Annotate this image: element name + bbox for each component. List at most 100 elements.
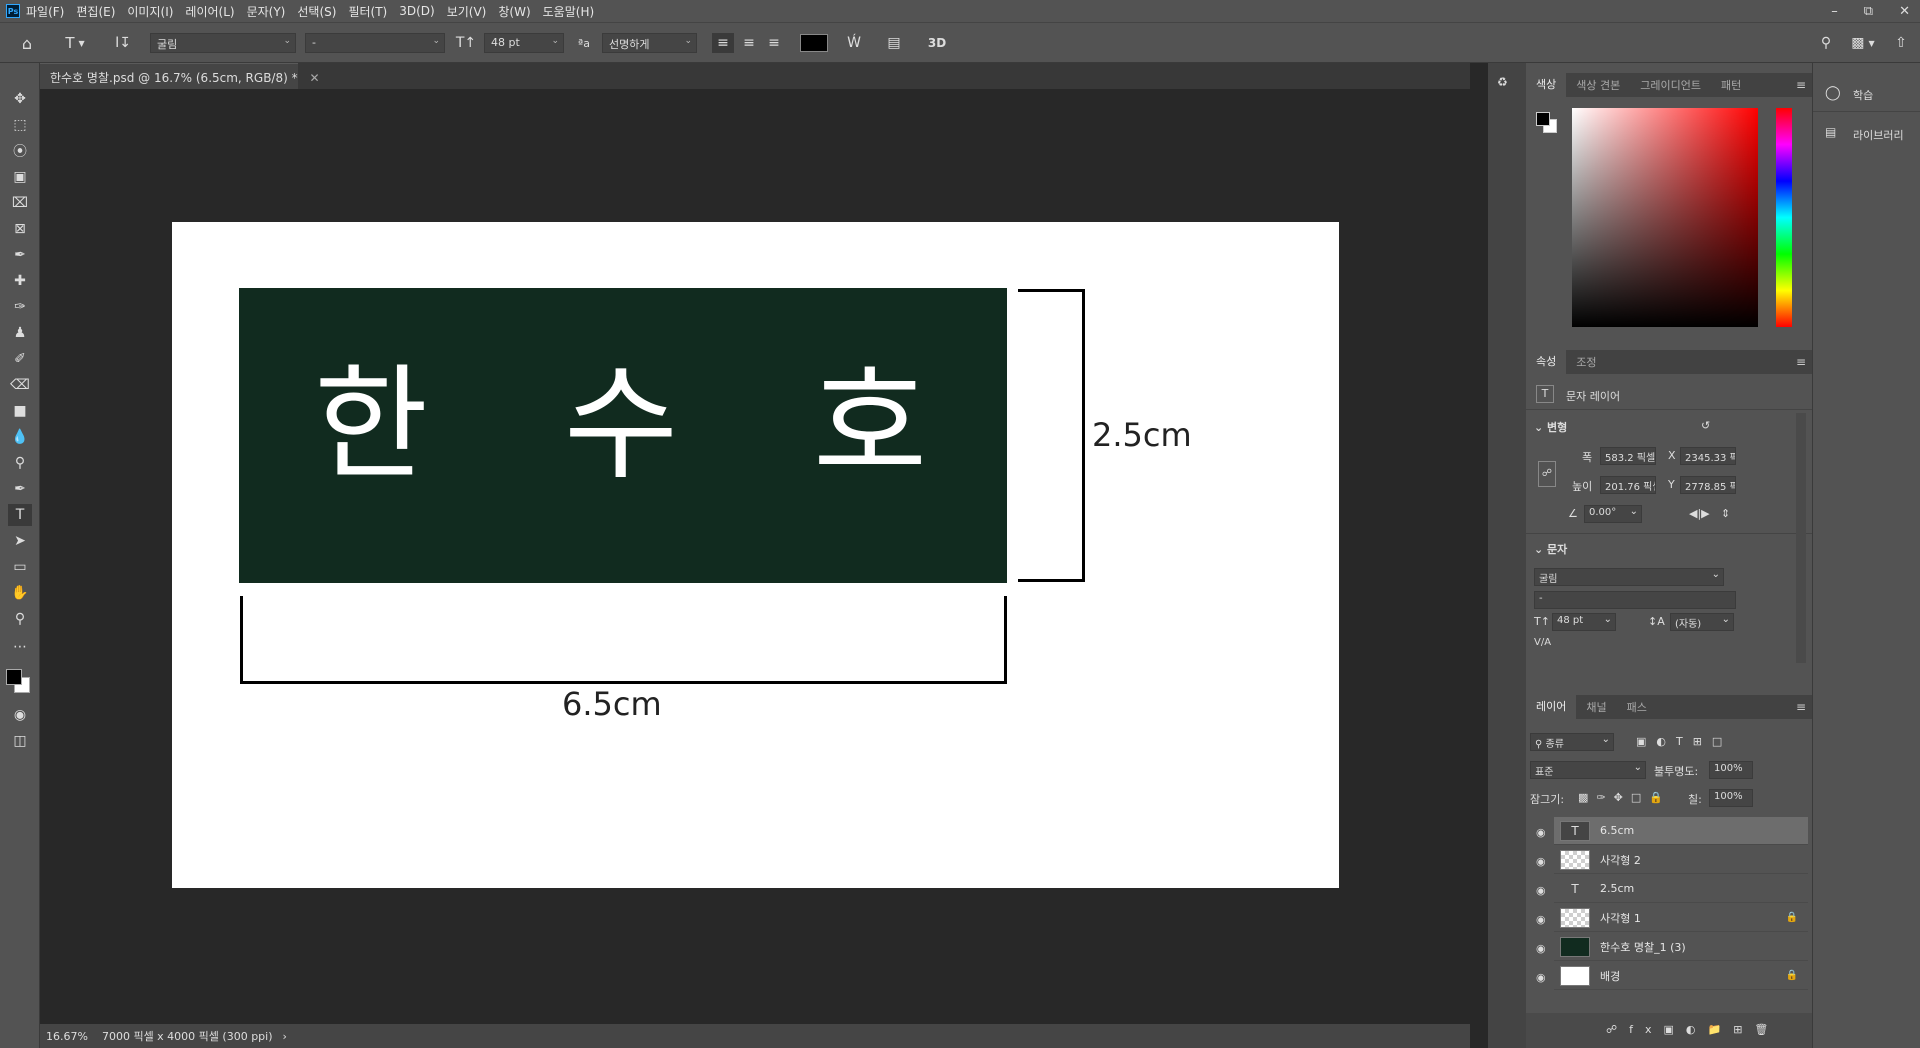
hand-tool-icon[interactable]: ✋ (8, 582, 32, 604)
reset-icon[interactable]: ↺ (1701, 419, 1710, 432)
eye-icon[interactable]: ◉ (1536, 942, 1546, 955)
eye-icon[interactable]: ◉ (1536, 913, 1546, 926)
zoom-tool-icon[interactable]: ⚲ (8, 608, 32, 630)
lasso-tool-icon[interactable]: ⦿ (8, 140, 32, 162)
tab-color[interactable]: 색상 (1526, 73, 1567, 97)
clone-stamp-tool-icon[interactable]: ♟ (8, 322, 32, 344)
restore-icon[interactable]: ⧉ (1864, 4, 1873, 19)
panel-menu-icon[interactable]: ≡ (1796, 355, 1806, 369)
y-field[interactable]: 2778.85 픽 (1680, 476, 1736, 494)
document-tab[interactable]: 한수호 명찰.psd @ 16.7% (6.5cm, RGB/8) * ✕ (40, 63, 320, 89)
leading-field[interactable]: (자동) ⌄ (1670, 613, 1734, 631)
tab-gradients[interactable]: 그레이디언트 (1630, 77, 1711, 93)
libraries-button[interactable]: 라이브러리 (1853, 127, 1904, 143)
warp-text-icon[interactable]: Ẃ (843, 33, 865, 53)
eye-icon[interactable]: ◉ (1536, 826, 1546, 839)
panel-menu-icon[interactable]: ≡ (1796, 700, 1806, 714)
layer-row[interactable]: 사각형 2 (1554, 846, 1808, 874)
rectangle-tool-icon[interactable]: ▭ (8, 556, 32, 578)
layer-row[interactable]: T 2.5cm (1554, 875, 1808, 903)
angle-field[interactable]: 0.00° ⌄ (1584, 505, 1642, 523)
tab-patterns[interactable]: 패턴 (1711, 77, 1751, 93)
search-icon[interactable]: ⚲ (1815, 33, 1837, 53)
share-icon[interactable]: ⇧ (1890, 33, 1912, 53)
quick-mask-icon[interactable]: ◉ (8, 704, 32, 726)
layer-row[interactable]: 배경 🔒 (1554, 962, 1808, 990)
close-window-icon[interactable]: ✕ (1899, 4, 1910, 19)
minimize-icon[interactable]: – (1831, 4, 1838, 19)
foreground-color-swatch[interactable] (6, 669, 22, 685)
dodge-tool-icon[interactable]: ⚲ (8, 452, 32, 474)
link-dimensions-icon[interactable]: ☍ (1538, 461, 1556, 487)
menu-view[interactable]: 보기(V) (447, 3, 487, 20)
properties-scrollbar[interactable] (1796, 413, 1806, 663)
workspace-icon[interactable]: ▩ ▼ (1845, 33, 1881, 53)
status-expand-icon[interactable]: › (283, 1030, 287, 1043)
properties-font-style[interactable]: - (1534, 591, 1736, 609)
layer-actions-icons[interactable]: ☍fx▣◐📁⊞🗑 (1606, 1023, 1780, 1036)
font-size-select[interactable]: 48 pt ⌄ (484, 33, 564, 53)
eye-icon[interactable]: ◉ (1536, 971, 1546, 984)
lock-icons[interactable]: ▩✑✥□🔒 (1578, 791, 1671, 804)
close-tab-icon[interactable]: ✕ (309, 71, 319, 85)
learn-button[interactable]: 학습 (1853, 87, 1873, 103)
pen-tool-icon[interactable]: ✒ (8, 478, 32, 500)
layer-row[interactable]: 한수호 명찰_1 (3) (1554, 933, 1808, 961)
layer-row[interactable]: T 6.5cm (1554, 817, 1808, 845)
hue-slider[interactable] (1776, 108, 1792, 327)
history-brush-tool-icon[interactable]: ✐ (8, 348, 32, 370)
tab-swatches[interactable]: 색상 견본 (1566, 77, 1630, 93)
path-select-tool-icon[interactable]: ➤ (8, 530, 32, 552)
layer-row[interactable]: 사각형 1 🔒 (1554, 904, 1808, 932)
blend-mode-select[interactable]: 표준 ⌄ (1530, 761, 1646, 779)
gradient-tool-icon[interactable]: ■ (8, 400, 32, 422)
type-tool-icon[interactable]: T (8, 504, 32, 526)
screen-mode-icon[interactable]: ◫ (8, 730, 32, 752)
x-field[interactable]: 2345.33 픽 (1680, 447, 1736, 465)
panel-foreground-swatch[interactable] (1536, 112, 1550, 126)
layer-filter-select[interactable]: ⚲ 종류 ⌄ (1530, 733, 1614, 751)
menu-select[interactable]: 선택(S) (297, 3, 336, 20)
frame-tool-icon[interactable]: ⊠ (8, 218, 32, 240)
eyedropper-tool-icon[interactable]: ✒ (8, 244, 32, 266)
3d-button[interactable]: 3D (924, 33, 950, 53)
character-panel-icon[interactable]: ▤ (883, 33, 905, 53)
fill-field[interactable]: 100% (1709, 789, 1753, 807)
align-center-icon[interactable]: ≡ (738, 33, 760, 53)
properties-font-size[interactable]: 48 pt ⌄ (1552, 613, 1616, 631)
align-left-icon[interactable]: ≡ (712, 33, 734, 53)
tab-channels[interactable]: 채널 (1576, 699, 1616, 715)
blur-tool-icon[interactable]: 💧 (8, 426, 32, 448)
height-field[interactable]: 201.76 픽셀 (1600, 476, 1656, 494)
width-field[interactable]: 583.2 픽셀 (1600, 447, 1656, 465)
menu-filter[interactable]: 필터(T) (348, 3, 387, 20)
properties-font-family[interactable]: 굴림 ⌄ (1534, 568, 1724, 586)
eye-icon[interactable]: ◉ (1536, 884, 1546, 897)
text-orientation-icon[interactable]: I↧ (112, 33, 134, 53)
font-style-select[interactable]: - ⌄ (305, 33, 445, 53)
tab-adjustments[interactable]: 조정 (1566, 354, 1606, 370)
tab-layers[interactable]: 레이어 (1526, 695, 1577, 719)
flip-vertical-icon[interactable]: ⇕ (1721, 507, 1730, 520)
tab-paths[interactable]: 패스 (1617, 699, 1657, 715)
eye-icon[interactable]: ◉ (1536, 855, 1546, 868)
font-family-select[interactable]: 굴림 ⌄ (150, 33, 296, 53)
eraser-tool-icon[interactable]: ⌫ (8, 374, 32, 396)
history-panel-icon[interactable]: ♻ (1497, 75, 1517, 95)
panel-menu-icon[interactable]: ≡ (1796, 78, 1806, 92)
flip-horizontal-icon[interactable]: ◀|▶ (1689, 507, 1710, 520)
menu-image[interactable]: 이미지(I) (127, 3, 173, 20)
menu-help[interactable]: 도움말(H) (543, 3, 595, 20)
healing-brush-tool-icon[interactable]: ✚ (8, 270, 32, 292)
menu-type[interactable]: 문자(Y) (247, 3, 286, 20)
transform-section-title[interactable]: ⌄ 변형 (1534, 419, 1567, 435)
tab-properties[interactable]: 속성 (1526, 350, 1567, 374)
more-tools-icon[interactable]: ⋯ (8, 636, 32, 658)
antialias-select[interactable]: 선명하게 ⌄ (602, 33, 697, 53)
align-right-icon[interactable]: ≡ (763, 33, 785, 53)
opacity-field[interactable]: 100% (1709, 761, 1753, 779)
marquee-tool-icon[interactable]: ⬚ (8, 114, 32, 136)
color-field[interactable] (1572, 108, 1758, 327)
menu-layer[interactable]: 레이어(L) (185, 3, 234, 20)
menu-3d[interactable]: 3D(D) (399, 4, 434, 18)
